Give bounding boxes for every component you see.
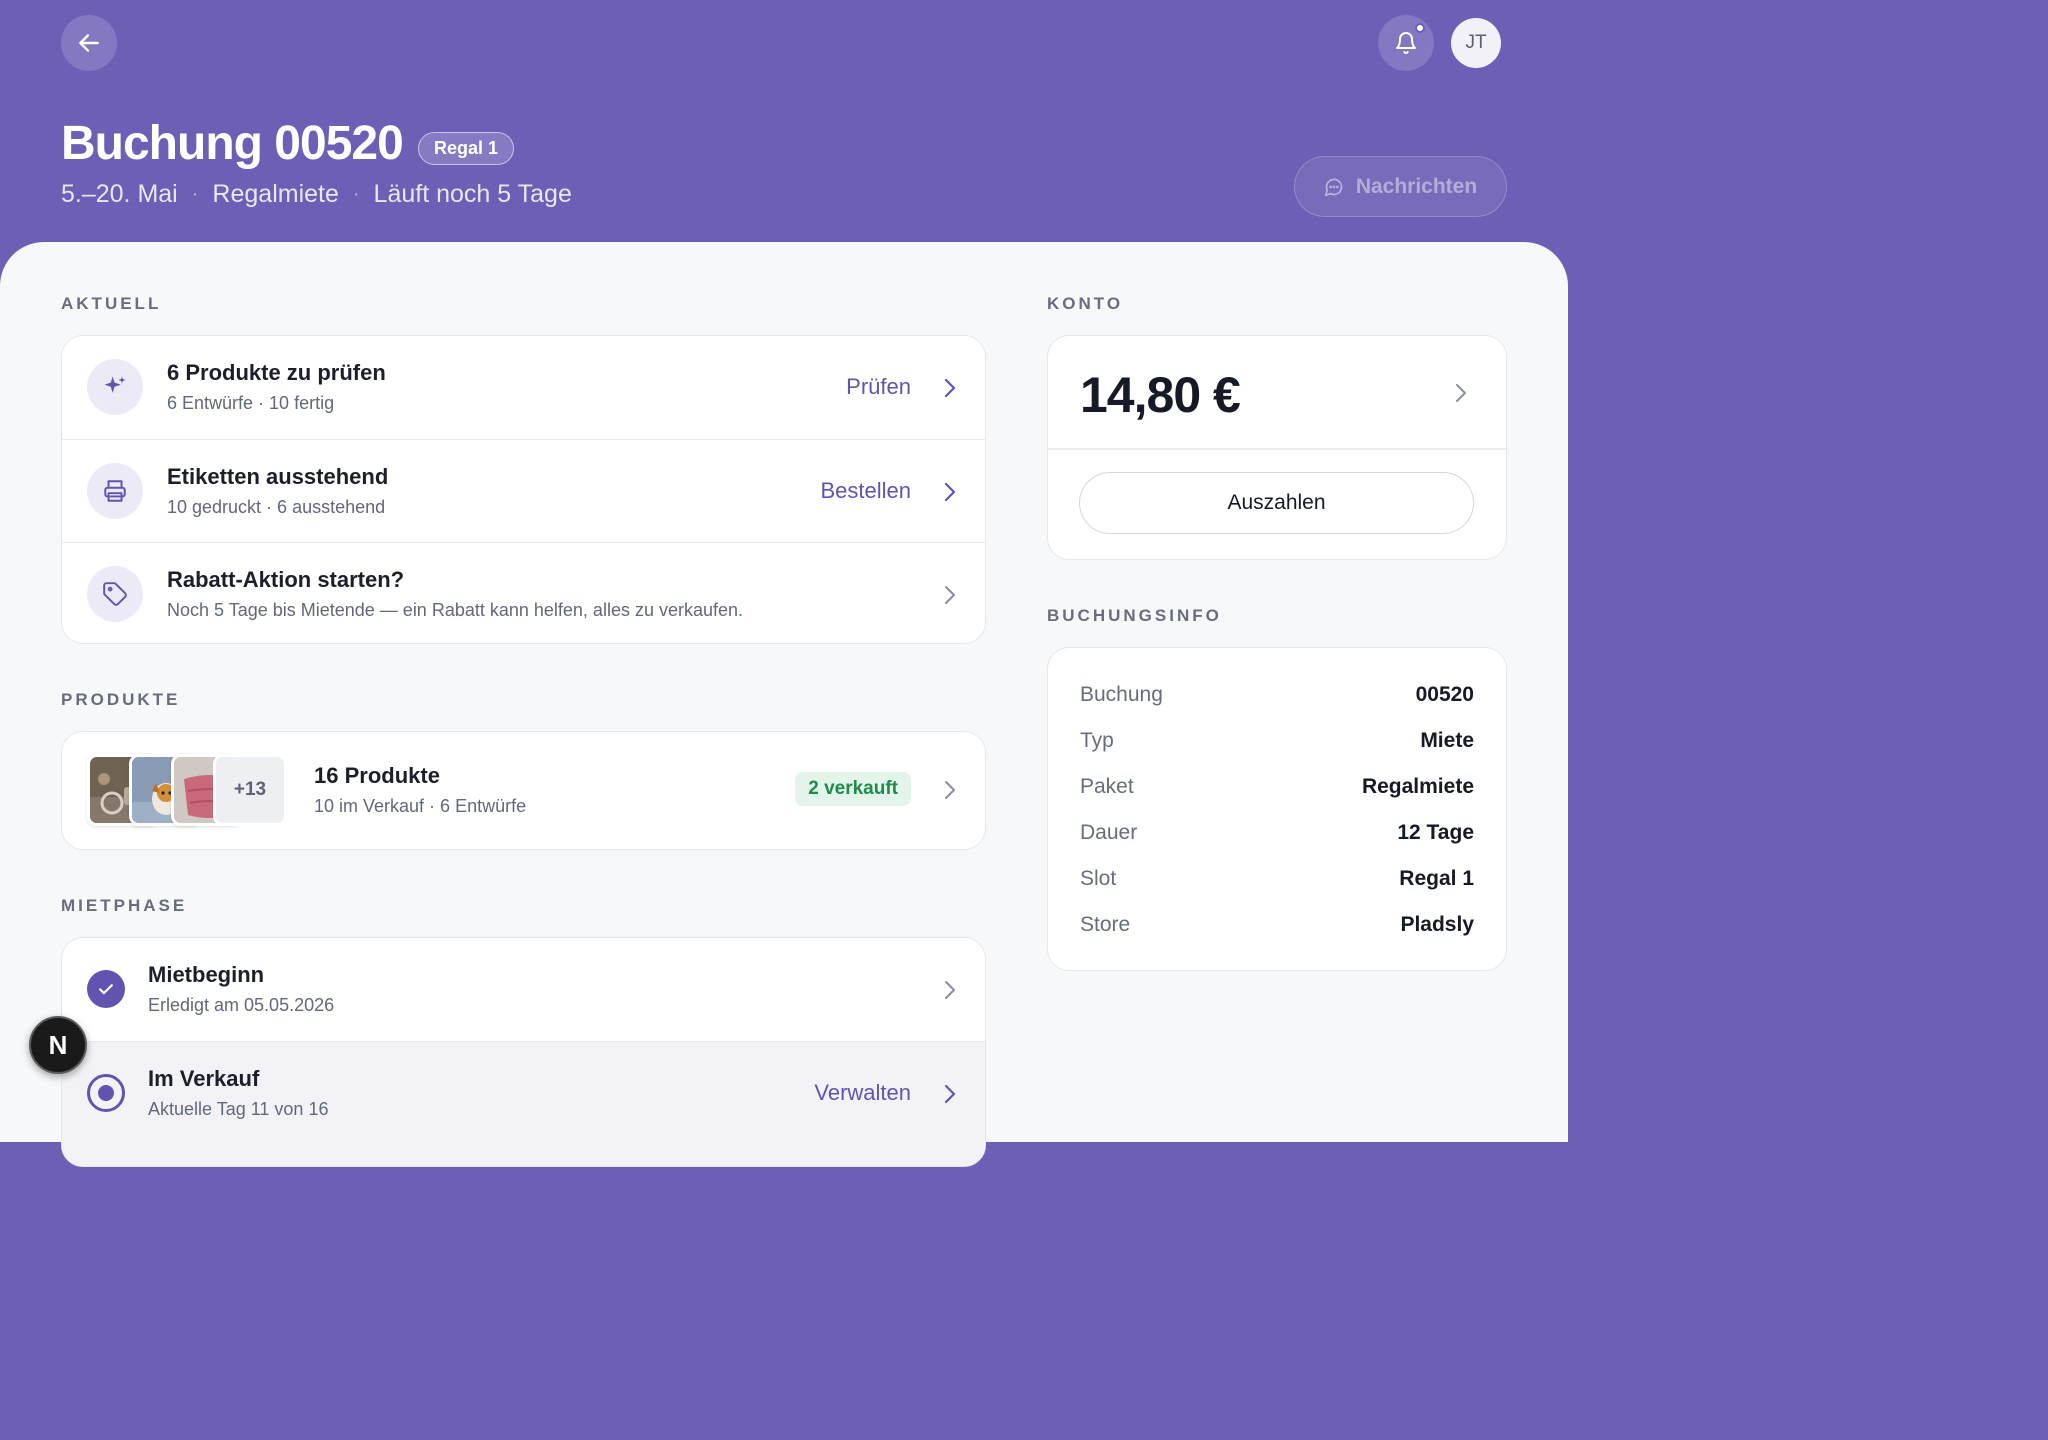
page-title: Buchung 00520 [61, 117, 404, 170]
phase-item-selling[interactable]: Im Verkauf Aktuelle Tag 11 von 16 Verwal… [62, 1041, 985, 1166]
row-title: Etiketten ausstehend [167, 464, 389, 489]
info-key: Paket [1080, 775, 1134, 798]
aktuell-item-labels[interactable]: Etiketten ausstehend 10 gedruckt · 6 aus… [62, 439, 985, 542]
booking-remaining: Läuft noch 5 Tage [373, 180, 572, 208]
printer-icon-wrap [87, 463, 143, 519]
chevron-right-icon [945, 981, 955, 999]
info-key: Store [1080, 913, 1131, 936]
separator: · [352, 183, 360, 205]
info-key: Slot [1080, 867, 1117, 890]
aktuell-item-discount[interactable]: Rabatt-Aktion starten? Noch 5 Tage bis M… [62, 542, 985, 643]
info-row: Slot Regal 1 [1080, 864, 1474, 894]
info-row: Buchung 00520 [1080, 680, 1474, 710]
aktuell-card: 6 Produkte zu prüfen 6 Entwürfe · 10 fer… [61, 335, 986, 644]
products-card[interactable]: +13 16 Produkte 10 im Verkauf · 6 Entwür… [61, 731, 986, 850]
printer-icon [104, 480, 126, 502]
tag-icon [103, 582, 127, 606]
row-subtitle: Noch 5 Tage bis Mietende — ein Rabatt ka… [167, 600, 744, 620]
check-icon-wrap [87, 970, 125, 1008]
section-label-buchungsinfo: BUCHUNGSINFO [1047, 606, 1222, 625]
row-subtitle: 10 gedruckt · 6 ausstehend [167, 497, 386, 517]
order-action-link[interactable]: Bestellen [820, 478, 911, 504]
current-step-icon [87, 1074, 125, 1112]
row-subtitle: 6 Entwürfe · 10 fertig [167, 393, 335, 413]
info-key: Typ [1080, 729, 1114, 752]
manage-action-link[interactable]: Verwalten [814, 1080, 911, 1106]
products-title: 16 Produkte [314, 763, 440, 788]
info-row: Store Pladsly [1080, 910, 1474, 940]
page-header: JT Buchung 00520 Regal 1 5.–20. Mai · Re… [0, 0, 1568, 260]
payout-button[interactable]: Auszahlen [1079, 472, 1474, 534]
balance-row[interactable]: 14,80 € [1048, 336, 1506, 448]
phase-item-start[interactable]: Mietbeginn Erledigt am 05.05.2026 [62, 938, 985, 1041]
sparkles-icon-wrap [87, 359, 143, 415]
sold-badge: 2 verkauft [795, 772, 911, 806]
info-key: Buchung [1080, 683, 1163, 706]
separator: · [191, 183, 199, 205]
chevron-right-icon [944, 1084, 956, 1104]
slot-badge: Regal 1 [418, 132, 515, 165]
booking-info-card: Buchung 00520 Typ Miete Paket Regalmiete… [1047, 647, 1507, 971]
info-row: Typ Miete [1080, 726, 1474, 756]
notification-dot [1415, 23, 1425, 33]
sparkles-icon [104, 376, 126, 393]
more-products-count: +13 [213, 754, 287, 826]
aktuell-item-review[interactable]: 6 Produkte zu prüfen 6 Entwürfe · 10 fer… [62, 336, 985, 439]
section-label-konto: KONTO [1047, 294, 1124, 313]
chevron-right-icon [1456, 384, 1466, 402]
info-value: Pladsly [1400, 913, 1474, 936]
product-thumbnails: +13 [87, 754, 297, 828]
products-subtitle: 10 im Verkauf · 6 Entwürfe [314, 796, 527, 816]
mietphase-card: Mietbeginn Erledigt am 05.05.2026 Im Ver… [61, 937, 986, 1167]
tag-icon-wrap [87, 566, 143, 622]
booking-type: Regalmiete [212, 180, 339, 208]
booking-dates: 5.–20. Mai [61, 180, 178, 208]
arrow-left-icon [79, 34, 99, 52]
user-avatar[interactable]: JT [1451, 18, 1501, 68]
notifications-button[interactable] [1378, 15, 1434, 71]
info-value: Miete [1420, 729, 1474, 752]
section-label-produkte: PRODUKTE [61, 690, 181, 709]
section-label-aktuell: AKTUELL [61, 294, 162, 313]
divider [1048, 448, 1506, 450]
row-subtitle: Erledigt am 05.05.2026 [148, 995, 335, 1015]
row-title: 6 Produkte zu prüfen [167, 360, 386, 385]
chevron-right-icon [945, 781, 955, 799]
booking-subtitle: 5.–20. Mai · Regalmiete · Läuft noch 5 T… [61, 180, 572, 209]
check-icon [99, 984, 113, 995]
account-card: 14,80 € Auszahlen [1047, 335, 1507, 560]
row-subtitle: Aktuelle Tag 11 von 16 [148, 1099, 329, 1119]
info-key: Dauer [1080, 821, 1138, 844]
info-value: Regalmiete [1361, 775, 1474, 798]
bell-icon [1396, 32, 1416, 54]
account-balance: 14,80 € [1080, 367, 1241, 423]
info-row: Paket Regalmiete [1080, 772, 1474, 802]
review-action-link[interactable]: Prüfen [846, 374, 911, 400]
chevron-right-icon [944, 378, 956, 398]
row-title: Im Verkauf [148, 1066, 260, 1091]
row-title: Mietbeginn [148, 962, 265, 987]
main-content: AKTUELL 6 Produkte zu prüfen 6 Entwürfe … [0, 242, 1568, 1167]
chevron-right-icon [945, 586, 955, 604]
dev-tools-button[interactable]: N [29, 1016, 87, 1074]
chevron-right-icon [944, 482, 956, 502]
messages-button[interactable]: Nachrichten [1294, 156, 1507, 217]
info-row: Dauer 12 Tage [1080, 818, 1474, 848]
messages-label: Nachrichten [1355, 174, 1478, 198]
row-title: Rabatt-Aktion starten? [167, 567, 405, 592]
info-value: 12 Tage [1397, 821, 1474, 844]
info-value: 00520 [1415, 683, 1474, 706]
chat-icon [1324, 178, 1343, 196]
back-button[interactable] [61, 15, 117, 71]
info-value: Regal 1 [1399, 867, 1474, 890]
section-label-mietphase: MIETPHASE [61, 896, 188, 915]
